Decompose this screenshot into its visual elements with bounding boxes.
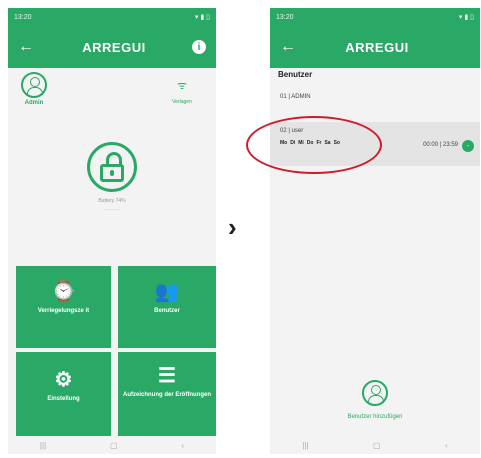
system-nav-bar: ||| ▢ ‹ <box>270 436 480 454</box>
recent-apps-button[interactable]: ||| <box>40 441 46 450</box>
status-icons: ▾ ▮ ▯ <box>458 14 474 21</box>
unlock-button[interactable] <box>87 142 137 192</box>
device-status-row: Admin ᯤ Verlagen <box>8 68 216 128</box>
recent-apps-button[interactable]: ||| <box>302 441 308 450</box>
tile-label: Verriegelungsze it <box>37 308 90 314</box>
battery-sub: ———— <box>104 206 120 211</box>
info-icon[interactable]: i <box>191 40 206 54</box>
tile-locking-time[interactable]: ⌚ Verriegelungsze it <box>16 266 111 348</box>
back-button[interactable]: ‹ <box>445 441 448 450</box>
app-bar: ← ARREGUI <box>270 26 480 68</box>
back-arrow-icon[interactable]: ← <box>18 38 36 56</box>
tile-settings[interactable]: ⚙ Einstellung <box>16 352 111 436</box>
tile-label: Aufzeichnung der Eröffnungen <box>123 392 211 398</box>
add-user-button[interactable]: Benutzer hinzufügen <box>270 380 480 420</box>
gear-icon: ⚙ <box>54 369 73 391</box>
phone-home-screen: 13:20 ▾ ▮ ▯ ← ARREGUI i Admin ᯤ Verlagen… <box>8 8 216 454</box>
user-avatar-icon <box>21 72 47 98</box>
back-arrow-icon[interactable]: ← <box>280 38 298 56</box>
admin-profile[interactable]: Admin <box>16 72 52 106</box>
user-name: 01 | ADMIN <box>280 94 311 100</box>
system-nav-bar: ||| ▢ ‹ <box>8 436 216 454</box>
battery-status: Battery 74% ———— <box>8 198 216 211</box>
wifi-status[interactable]: ᯤ Verlagen <box>162 78 202 105</box>
add-user-label: Benutzer hinzufügen <box>347 414 403 420</box>
status-icons: ▾ ▮ ▯ <box>194 14 210 21</box>
user-row-admin[interactable]: 01 | ADMIN <box>270 94 480 110</box>
delete-user-icon[interactable]: - <box>462 140 474 152</box>
list-icon: ☰ <box>158 365 176 387</box>
section-title: Benutzer <box>278 70 313 79</box>
transition-arrow-icon: › <box>228 212 237 242</box>
tile-opening-log[interactable]: ☰ Aufzeichnung der Eröffnungen <box>118 352 216 436</box>
status-bar: 13:20 ▾ ▮ ▯ <box>8 8 216 26</box>
app-bar: ← ARREGUI i <box>8 26 216 68</box>
home-button[interactable]: ▢ <box>110 441 118 450</box>
battery-label: Battery 74% <box>98 198 126 204</box>
app-title: ARREGUI <box>82 39 146 55</box>
tile-label: Benutzer <box>154 308 180 314</box>
status-time: 13:20 <box>14 13 32 21</box>
access-time-range: 00:00 | 23:59 <box>423 142 458 148</box>
wifi-icon: ᯤ <box>176 80 188 92</box>
tablet-clock-icon: ⌚ <box>51 281 76 303</box>
status-time: 13:20 <box>276 13 294 21</box>
back-button[interactable]: ‹ <box>181 441 184 450</box>
admin-label: Admin <box>24 100 44 106</box>
wifi-label: Verlagen <box>172 99 192 105</box>
home-button[interactable]: ▢ <box>373 441 381 450</box>
app-title: ARREGUI <box>345 39 409 55</box>
tile-users[interactable]: 👥 Benutzer <box>118 266 216 348</box>
phone-users-screen: 13:20 ▾ ▮ ▯ ← ARREGUI Benutzer 01 | ADMI… <box>270 8 480 454</box>
highlight-ellipse <box>246 116 382 174</box>
tile-label: Einstellung <box>47 396 80 402</box>
add-user-icon <box>362 380 388 406</box>
status-bar: 13:20 ▾ ▮ ▯ <box>270 8 480 26</box>
users-icon: 👥 <box>154 281 180 303</box>
